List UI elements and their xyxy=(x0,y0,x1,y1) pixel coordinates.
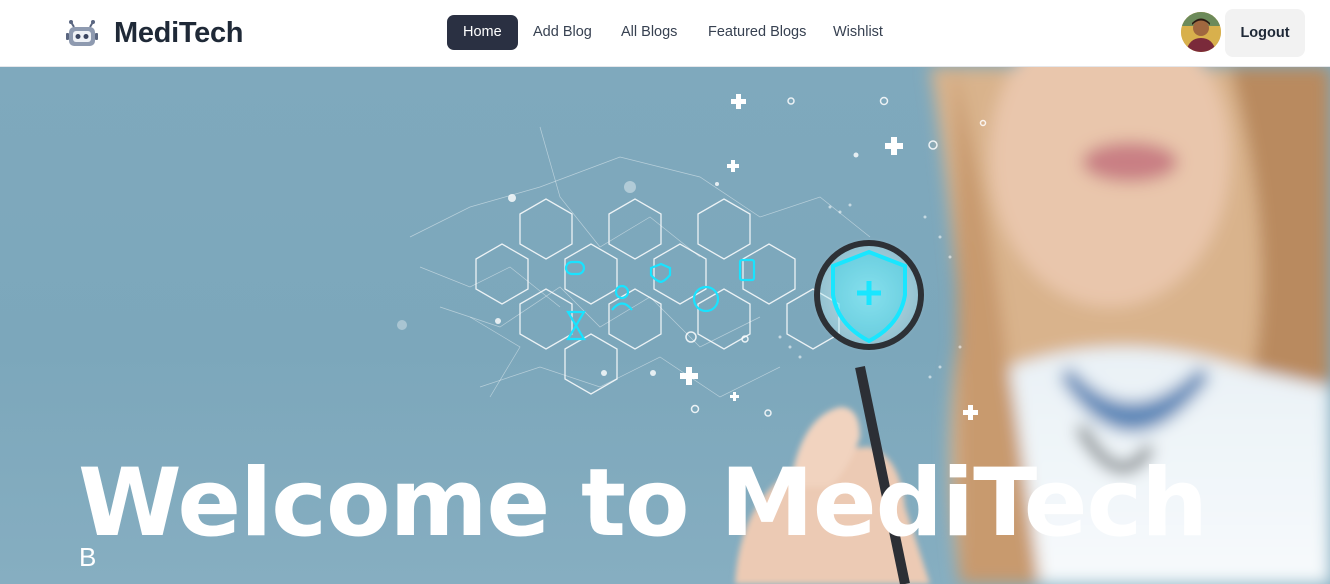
brand-name[interactable]: MediTech xyxy=(114,14,244,52)
hero-subtitle: B xyxy=(79,542,97,572)
nav-home[interactable]: Home xyxy=(447,15,518,50)
hero-banner: Welcome to MediTech B xyxy=(0,67,1330,584)
logout-button[interactable]: Logout xyxy=(1225,9,1305,57)
nav-all-blogs[interactable]: All Blogs xyxy=(621,15,677,50)
nav-add-blog[interactable]: Add Blog xyxy=(533,15,592,50)
nav-wishlist[interactable]: Wishlist xyxy=(833,15,883,50)
robot-icon[interactable] xyxy=(66,20,98,48)
user-avatar[interactable] xyxy=(1181,12,1221,52)
nav-featured-blogs[interactable]: Featured Blogs xyxy=(708,15,806,50)
top-navbar: MediTech Home Add Blog All Blogs Feature… xyxy=(0,0,1330,67)
hero-title: Welcome to MediTech xyxy=(78,449,1208,558)
